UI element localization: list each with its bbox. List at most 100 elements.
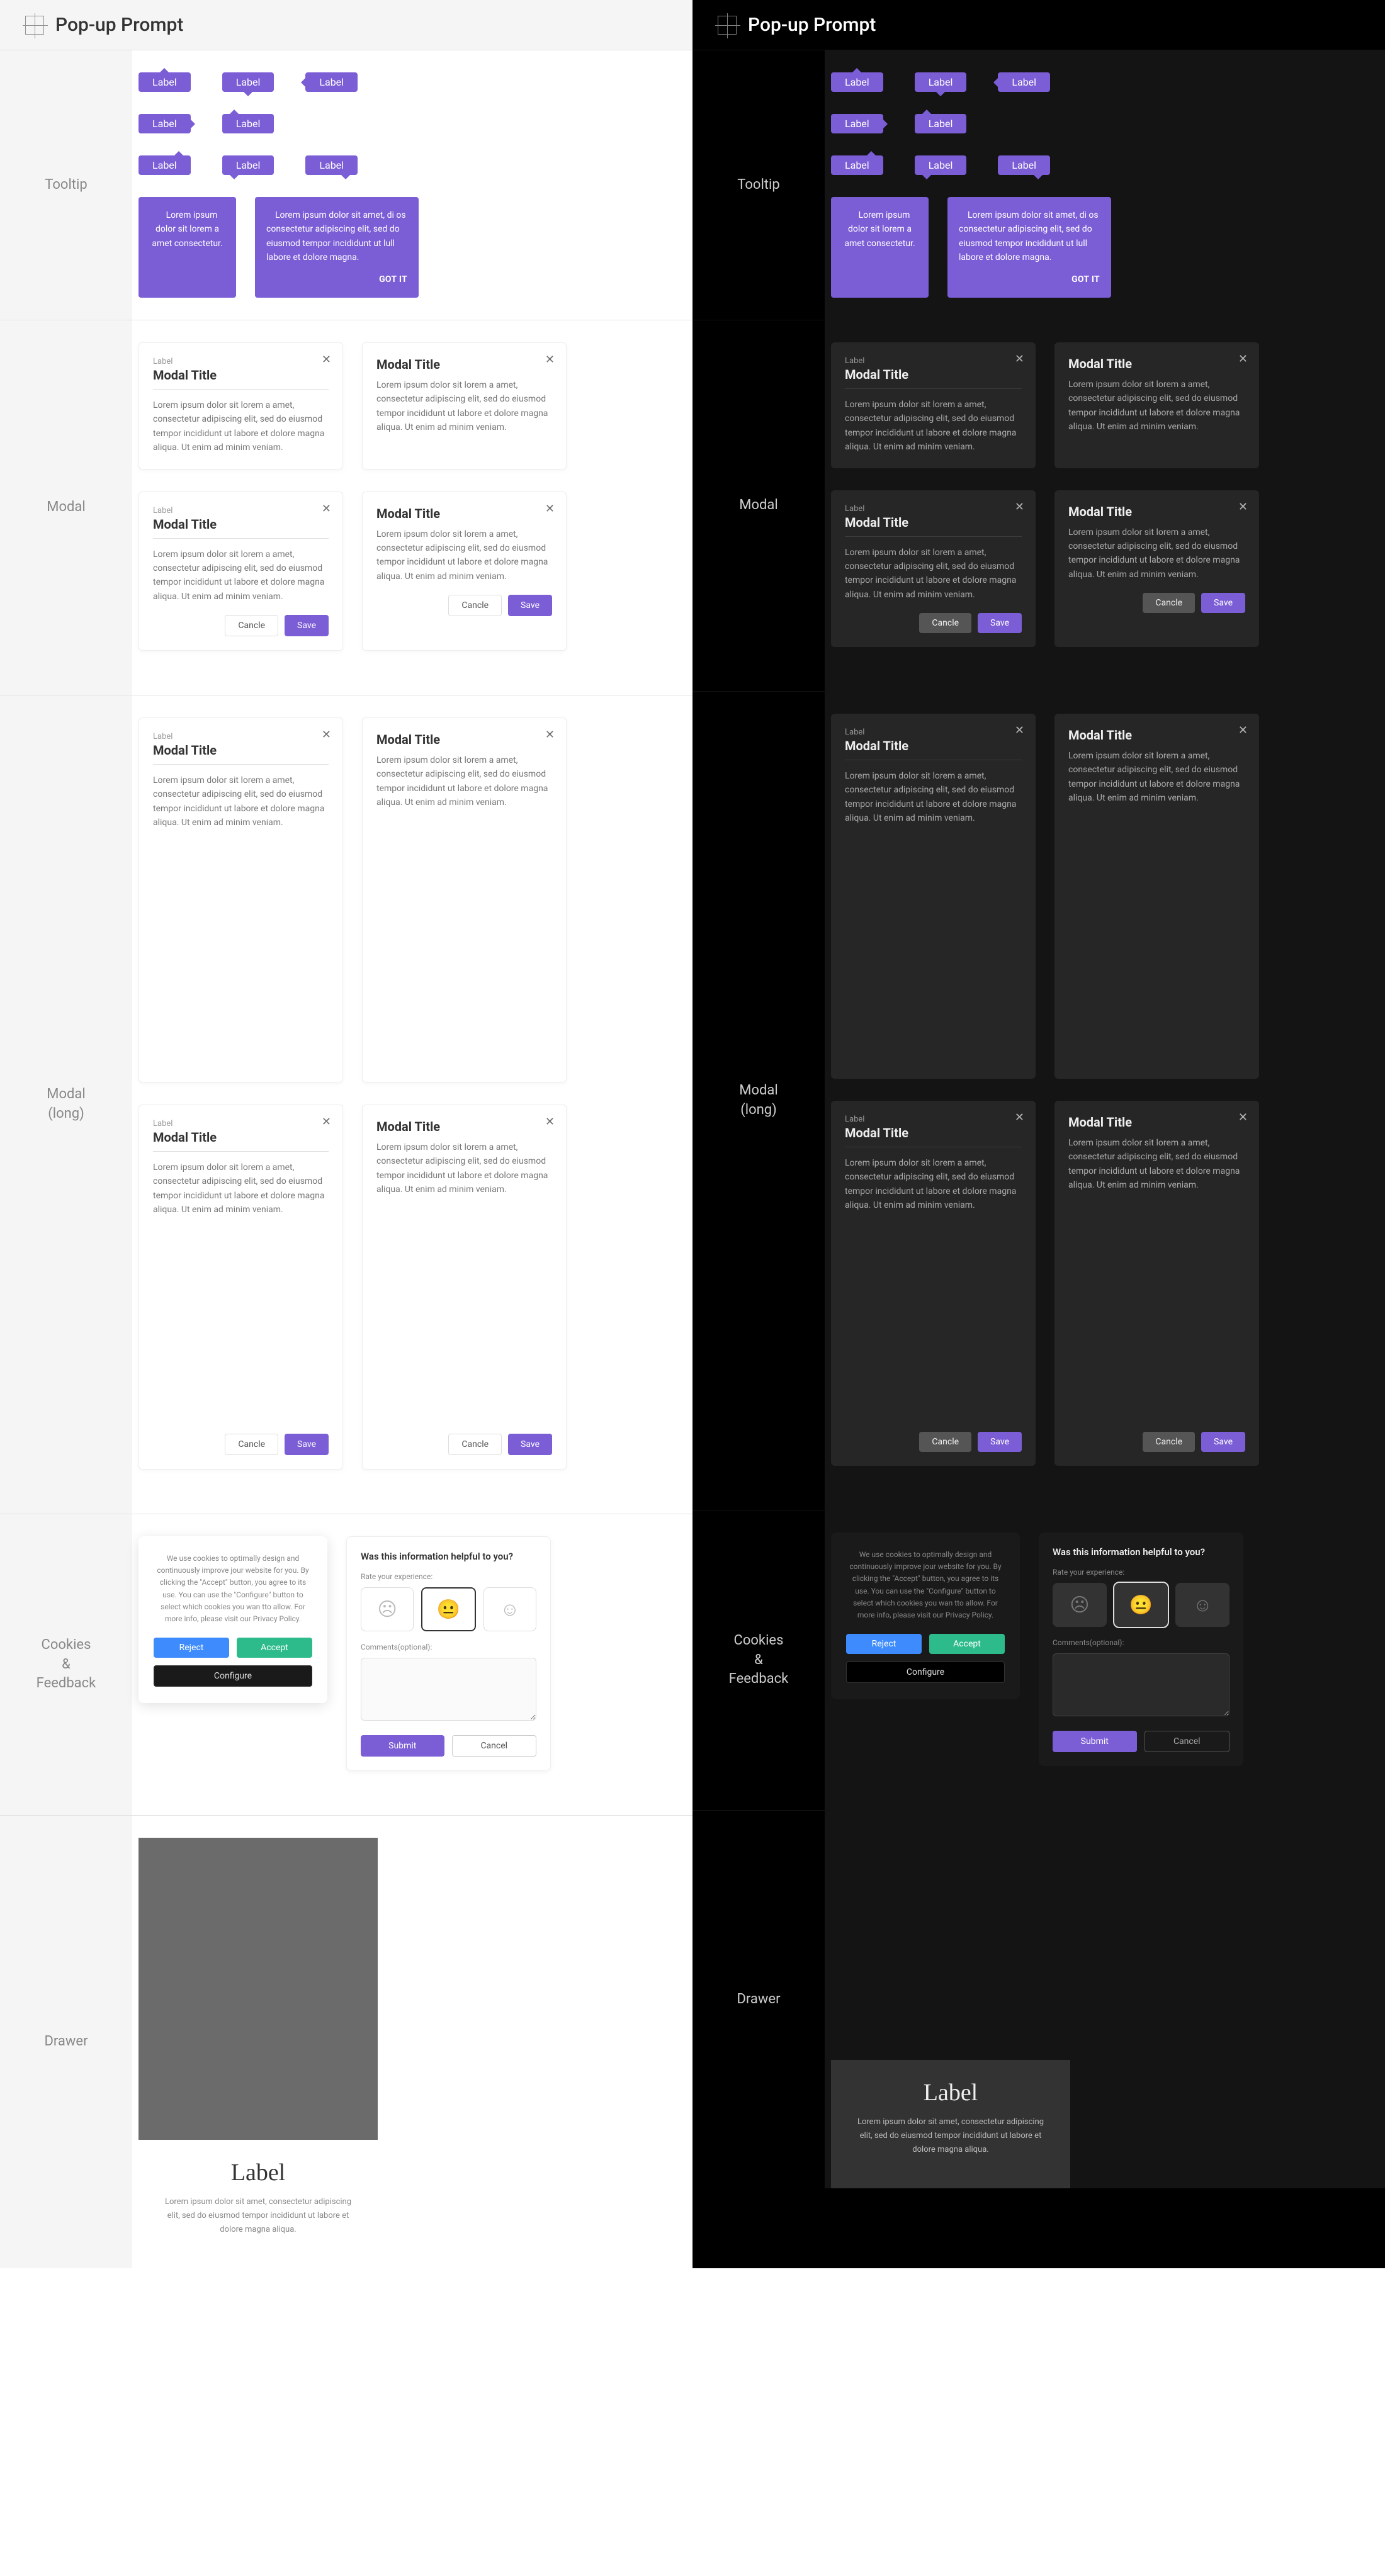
modal-overline: Label (845, 1115, 1022, 1124)
modal-long-actions-labeled: ✕ Label Modal Title Lorem ipsum dolor si… (138, 1105, 343, 1470)
cancel-button[interactable]: Cancle (448, 1434, 502, 1455)
feedback-form: Was this information helpful to you? Rat… (1039, 1533, 1243, 1766)
page-title: Pop-up Prompt (55, 14, 183, 36)
tooltip-top: Label (831, 72, 883, 92)
modal-body: Lorem ipsum dolor sit lorem a amet, cons… (845, 769, 1022, 1065)
face-happy-icon[interactable]: ☺ (483, 1587, 536, 1631)
cancel-button[interactable]: Cancle (1143, 593, 1195, 613)
section-drawer: Drawer Label Lorem ipsum dolor sit amet,… (0, 1815, 692, 2268)
face-neutral-icon[interactable]: 😐 (1114, 1583, 1168, 1627)
section-tooltip: Tooltip Label Label Label Label Label La… (692, 50, 1385, 320)
close-icon[interactable]: ✕ (545, 1116, 555, 1128)
submit-button[interactable]: Submit (1053, 1731, 1137, 1752)
face-neutral-icon[interactable]: 😐 (421, 1587, 475, 1631)
submit-button[interactable]: Submit (361, 1735, 444, 1757)
modal-title: Modal Title (153, 743, 329, 765)
modal-body: Lorem ipsum dolor sit lorem a amet, cons… (1068, 526, 1245, 582)
close-icon[interactable]: ✕ (545, 503, 555, 515)
section-tooltip: Tooltip Label Label Label Label Label La… (0, 50, 692, 320)
save-button[interactable]: Save (978, 1432, 1022, 1452)
tooltip-bottom-left: Label (915, 155, 967, 175)
face-sad-icon[interactable]: ☹ (1053, 1583, 1107, 1627)
close-icon[interactable]: ✕ (1238, 354, 1248, 365)
modal-body: Lorem ipsum dolor sit lorem a amet, cons… (1068, 1136, 1245, 1420)
modal-long-actions: ✕ Modal Title Lorem ipsum dolor sit lore… (362, 1105, 567, 1470)
modal-overline: Label (153, 357, 329, 366)
section-modal-long: Modal (long) ✕ Label Modal Title Lorem i… (0, 695, 692, 1514)
save-button[interactable]: Save (508, 595, 552, 616)
cancel-button[interactable]: Cancel (452, 1735, 537, 1757)
cookie-consent: We use cookies to optimally design and c… (138, 1536, 327, 1703)
close-icon[interactable]: ✕ (545, 354, 555, 366)
close-icon[interactable]: ✕ (322, 503, 331, 515)
section-modal: Modal ✕ Label Modal Title Lorem ipsum do… (692, 320, 1385, 691)
save-button[interactable]: Save (978, 613, 1022, 633)
configure-button[interactable]: Configure (846, 1662, 1005, 1683)
tooltip-top-left: Label (222, 114, 274, 133)
close-icon[interactable]: ✕ (1238, 502, 1248, 513)
close-icon[interactable]: ✕ (1238, 725, 1248, 736)
configure-button[interactable]: Configure (154, 1665, 312, 1687)
section-label: Cookies & Feedback (692, 1510, 825, 1810)
reject-button[interactable]: Reject (846, 1634, 922, 1654)
drawer-title: Label (164, 2159, 353, 2186)
cancel-button[interactable]: Cancle (225, 1434, 278, 1455)
drawer-text: Lorem ipsum dolor sit amet, consectetur … (164, 2195, 353, 2237)
close-icon[interactable]: ✕ (322, 354, 331, 366)
close-icon[interactable]: ✕ (1015, 1112, 1024, 1123)
cancel-button[interactable]: Cancle (919, 1432, 971, 1452)
tooltip-large-long: Lorem ipsum dolor sit amet, di os consec… (255, 197, 419, 298)
close-icon[interactable]: ✕ (545, 729, 555, 741)
face-happy-icon[interactable]: ☺ (1175, 1583, 1230, 1627)
feedback-comments-label: Comments(optional): (361, 1643, 536, 1651)
save-button[interactable]: Save (285, 615, 329, 636)
modal-title: Modal Title (1068, 356, 1245, 374)
modal-body: Lorem ipsum dolor sit lorem a amet, cons… (1068, 749, 1245, 1065)
accept-button[interactable]: Accept (929, 1634, 1005, 1654)
modal-overline: Label (153, 1119, 329, 1128)
modal-body: Lorem ipsum dolor sit lorem a amet, cons… (153, 773, 329, 1068)
close-icon[interactable]: ✕ (322, 729, 331, 741)
reject-button[interactable]: Reject (154, 1638, 229, 1658)
cancel-button[interactable]: Cancle (225, 615, 278, 636)
save-button[interactable]: Save (285, 1434, 329, 1455)
section-label: Modal (0, 320, 132, 695)
light-theme-column: Pop-up Prompt Tooltip Label Label Label … (0, 0, 692, 2268)
tooltip-bottom: Label (222, 72, 274, 92)
modal-overline: Label (845, 356, 1022, 366)
drawer-text: Lorem ipsum dolor sit amet, consectetur … (856, 2115, 1045, 2157)
feedback-question: Was this information helpful to you? (361, 1551, 536, 1562)
modal-body: Lorem ipsum dolor sit lorem a amet, cons… (376, 753, 552, 1068)
save-button[interactable]: Save (508, 1434, 552, 1455)
cancel-button[interactable]: Cancle (919, 613, 971, 633)
feedback-comments-input[interactable] (361, 1658, 536, 1721)
modal-simple-labeled: ✕ Label Modal Title Lorem ipsum dolor si… (138, 342, 343, 470)
feedback-form: Was this information helpful to you? Rat… (346, 1536, 551, 1771)
tooltip-top-right: Label (138, 155, 191, 175)
accept-button[interactable]: Accept (237, 1638, 312, 1658)
tooltip-large-short: Lorem ipsum dolor sit lorem a amet conse… (138, 197, 236, 298)
modal-title: Modal Title (153, 1130, 329, 1152)
save-button[interactable]: Save (1201, 1432, 1245, 1452)
save-button[interactable]: Save (1201, 593, 1245, 613)
modal-long-actions-labeled: ✕ Label Modal Title Lorem ipsum dolor si… (831, 1101, 1036, 1466)
cancel-button[interactable]: Cancel (1145, 1731, 1230, 1752)
feedback-comments-input[interactable] (1053, 1653, 1230, 1716)
face-sad-icon[interactable]: ☹ (361, 1587, 414, 1631)
tooltip-large-short: Lorem ipsum dolor sit lorem a amet conse… (831, 197, 929, 298)
tooltip-got-it[interactable]: GOT IT (959, 273, 1100, 286)
close-icon[interactable]: ✕ (1015, 354, 1024, 365)
modal-long: ✕ Modal Title Lorem ipsum dolor sit lore… (1054, 714, 1259, 1079)
close-icon[interactable]: ✕ (1015, 725, 1024, 736)
cancel-button[interactable]: Cancle (1143, 1432, 1195, 1452)
tooltip-bottom-right: Label (305, 155, 358, 175)
cancel-button[interactable]: Cancle (448, 595, 502, 616)
close-icon[interactable]: ✕ (1238, 1112, 1248, 1123)
tooltip-got-it[interactable]: GOT IT (266, 273, 407, 286)
modal-body: Lorem ipsum dolor sit lorem a amet, cons… (376, 1140, 552, 1422)
modal-simple: ✕ Modal Title Lorem ipsum dolor sit lore… (1054, 342, 1259, 468)
close-icon[interactable]: ✕ (322, 1116, 331, 1128)
close-icon[interactable]: ✕ (1015, 502, 1024, 513)
feedback-question: Was this information helpful to you? (1053, 1546, 1230, 1558)
section-cookies-feedback: Cookies & Feedback We use cookies to opt… (692, 1510, 1385, 1810)
